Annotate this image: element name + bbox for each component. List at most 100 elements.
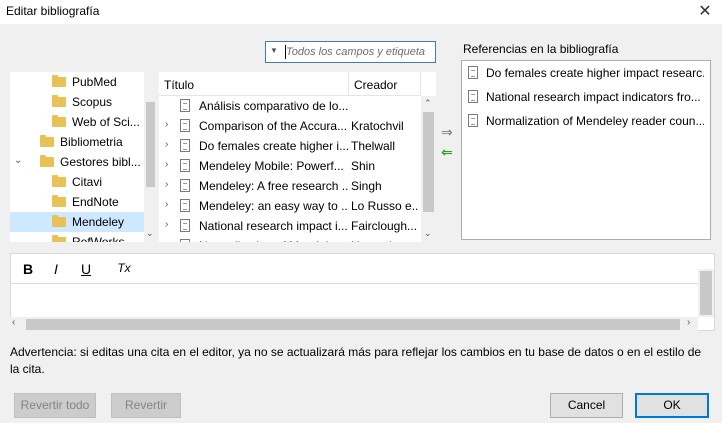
folder-label: RefWorks [72, 235, 125, 242]
reference-item[interactable]: Do females create higher impact researc.… [466, 63, 706, 83]
folder-icon [40, 155, 54, 167]
folder-icon [52, 75, 66, 87]
item-creator: Haustein... [351, 239, 419, 242]
clear-formatting-button[interactable]: Tx [113, 261, 135, 275]
folder-label: Citavi [72, 175, 103, 189]
cancel-button[interactable]: Cancel [550, 393, 623, 418]
folder-item[interactable]: Scopus [10, 92, 144, 112]
reference-item[interactable]: Normalization of Mendeley reader coun... [466, 111, 706, 131]
document-icon [180, 199, 190, 212]
references-label: Referencias en la bibliografía [463, 42, 619, 56]
document-icon [180, 99, 190, 112]
italic-button[interactable]: I [45, 261, 67, 277]
item-title: Mendeley Mobile: Powerf... [199, 159, 344, 173]
item-title: Mendeley: an easy way to ... [199, 199, 349, 213]
chevron-right-icon[interactable]: › [165, 139, 168, 150]
reference-item[interactable]: National research impact indicators fro.… [466, 87, 706, 107]
document-icon [180, 179, 190, 192]
remove-from-bibliography-arrow-icon[interactable]: ⇐ [441, 144, 453, 161]
column-header-creator[interactable]: Creador [349, 72, 421, 96]
revert-all-button[interactable]: Revertir todo [14, 393, 96, 418]
chevron-right-icon[interactable]: › [165, 119, 168, 130]
underline-button[interactable]: U [75, 261, 97, 277]
items-scroll-thumb[interactable] [423, 112, 434, 212]
folder-item[interactable]: Web of Sci... [10, 112, 144, 132]
item-title: Análisis comparativo de lo... [199, 99, 349, 113]
document-icon [180, 159, 190, 172]
document-icon [180, 219, 190, 232]
scroll-right-icon[interactable]: › [687, 317, 690, 328]
chevron-right-icon[interactable]: › [165, 159, 168, 170]
folder-icon [52, 95, 66, 107]
folder-label: EndNote [72, 195, 119, 209]
chevron-down-icon[interactable]: ⌄ [14, 155, 22, 166]
folder-label: Bibliometria [60, 135, 123, 149]
add-to-bibliography-arrow-icon[interactable]: ⇒ [441, 124, 453, 141]
scroll-down-icon[interactable]: ⌄ [424, 228, 432, 239]
ok-button[interactable]: OK [635, 393, 709, 418]
item-row[interactable]: › Mendeley: an easy way to ... Lo Russo e.… [159, 196, 421, 216]
item-row[interactable]: › Normalization of Mendeley...Haustein... [159, 236, 421, 242]
item-row[interactable]: › Mendeley Mobile: Powerf... Shin [159, 156, 421, 176]
folder-item[interactable]: ⌄ Gestores bibl... [10, 152, 144, 172]
reference-text: Do females create higher impact researc.… [486, 66, 704, 80]
scroll-up-icon[interactable]: ⌃ [424, 98, 432, 109]
document-icon [468, 66, 478, 79]
folder-icon [52, 115, 66, 127]
item-title: Normalization of Mendeley... [199, 239, 349, 242]
document-icon [180, 239, 190, 242]
folder-item[interactable]: PubMed [10, 72, 144, 92]
document-icon [180, 119, 190, 132]
folder-item[interactable]: Mendeley [10, 212, 144, 232]
folder-label: PubMed [72, 75, 117, 89]
column-header-title[interactable]: Título [159, 72, 349, 96]
folder-label: Mendeley [72, 215, 125, 229]
references-list: Do females create higher impact researc.… [461, 60, 711, 240]
item-creator: Fairclough... [351, 219, 418, 233]
folder-item[interactable]: RefWorks [10, 232, 144, 242]
item-row[interactable]: › Do females create higher i... Thelwall [159, 136, 421, 156]
item-creator: Thelwall [351, 139, 396, 153]
chevron-right-icon[interactable]: › [165, 239, 168, 242]
items-list: Título Creador Análisis comparativo de l… [159, 72, 436, 242]
folder-label: Web of Sci... [72, 115, 140, 129]
search-placeholder: Todos los campos y etiqueta [286, 46, 426, 58]
item-title: National research impact i... [199, 219, 348, 233]
reference-text: National research impact indicators fro.… [486, 90, 701, 104]
folder-scroll-thumb[interactable] [146, 102, 155, 187]
chevron-right-icon[interactable]: › [165, 219, 168, 230]
item-title: Mendeley: A free research ... [199, 179, 349, 193]
warning-message: Advertencia: si editas una cita en el ed… [10, 345, 702, 376]
folder-label: Gestores bibl... [60, 155, 141, 169]
document-icon [468, 114, 478, 127]
collection-tree: PubMed Scopus Web of Sci... Bibliometria ⌄ Ge… [10, 72, 157, 242]
item-title: Comparison of the Accura... [199, 119, 348, 133]
title-bar [0, 0, 722, 24]
folder-icon [52, 215, 66, 227]
item-row[interactable]: › National research impact i... Fairclough… [159, 216, 421, 236]
scroll-left-icon[interactable]: ‹ [12, 317, 15, 328]
chevron-right-icon[interactable]: › [165, 179, 168, 190]
close-icon[interactable]: ✕ [688, 0, 722, 24]
folder-item[interactable]: EndNote [10, 192, 144, 212]
bold-button[interactable]: B [17, 261, 39, 277]
item-title: Do females create higher i... [199, 139, 349, 153]
scroll-down-icon[interactable]: ⌄ [146, 228, 154, 239]
folder-item[interactable]: Bibliometria [10, 132, 144, 152]
reference-text: Normalization of Mendeley reader coun... [486, 114, 704, 128]
item-row[interactable]: › Mendeley: A free research ... Singh [159, 176, 421, 196]
item-creator: Singh [351, 179, 382, 193]
revert-button[interactable]: Revertir [111, 393, 181, 418]
folder-item[interactable]: Citavi [10, 172, 144, 192]
chevron-right-icon[interactable]: › [165, 199, 168, 210]
document-icon [468, 90, 478, 103]
item-creator: Shin [351, 159, 376, 173]
editor-divider [10, 283, 698, 284]
editor-hscroll-thumb[interactable] [26, 319, 680, 330]
item-creator: Kratochvil [351, 119, 404, 133]
search-mode-dropdown-icon[interactable]: ▼ [270, 46, 278, 55]
item-row[interactable]: › Comparison of the Accura... Kratochvil [159, 116, 421, 136]
item-row[interactable]: Análisis comparativo de lo... [159, 96, 421, 116]
folder-icon [40, 135, 54, 147]
editor-scroll-thumb[interactable] [700, 271, 712, 315]
